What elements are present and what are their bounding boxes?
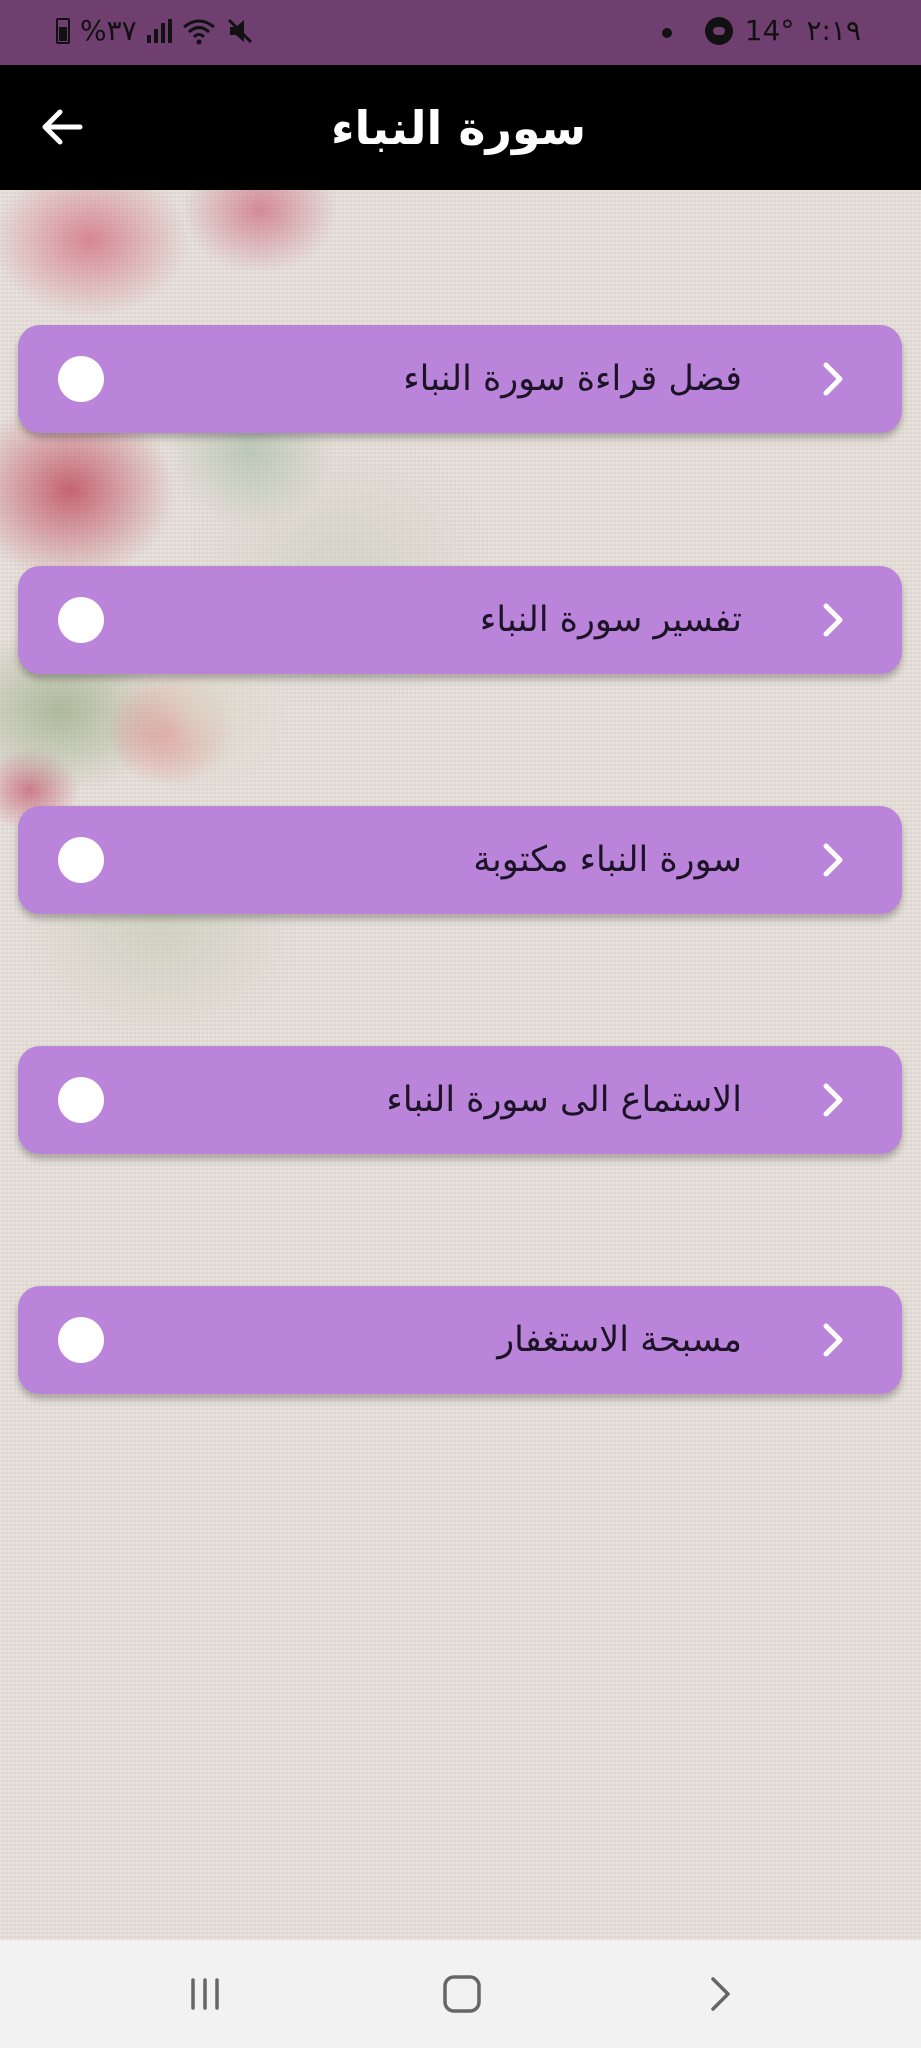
signal-icon (146, 18, 172, 43)
radio-indicator (58, 356, 104, 402)
nav-back-chevron-icon (711, 1977, 730, 2011)
menu-item[interactable]: تفسير سورة النباء (18, 566, 902, 674)
page-title: سورة النباء (330, 100, 587, 155)
battery-percent: %٣٧ (80, 14, 137, 47)
chevron-right-icon (823, 1323, 843, 1357)
notification-dot-icon (662, 28, 672, 38)
recents-icon (191, 1978, 219, 2010)
radio-indicator (58, 837, 104, 883)
menu-item-label: فضل قراءة سورة النباء (403, 359, 742, 399)
menu-item-label: مسبحة الاستغفار (497, 1320, 742, 1360)
content-area: فضل قراءة سورة النباء تفسير سورة النباء … (0, 190, 921, 1940)
app-bar: سورة النباء (0, 65, 921, 190)
menu-item[interactable]: فضل قراءة سورة النباء (18, 325, 902, 433)
system-nav-bar (0, 1940, 921, 2048)
battery-icon (56, 17, 70, 44)
menu-item[interactable]: مسبحة الاستغفار (18, 1286, 902, 1394)
status-bar: %٣٧ 14° ٢:١٩ (0, 0, 921, 65)
clock: ٢:١٩ (806, 14, 861, 47)
weather-icon (704, 16, 733, 45)
recents-button[interactable] (175, 1964, 235, 2024)
temperature: 14° (744, 14, 795, 47)
radio-indicator (58, 597, 104, 643)
home-icon (443, 1975, 481, 2013)
chevron-right-icon (823, 603, 843, 637)
status-left: %٣٧ (56, 14, 254, 47)
menu-item-label: تفسير سورة النباء (479, 600, 742, 640)
menu-item[interactable]: الاستماع الى سورة النباء (18, 1046, 902, 1154)
home-button[interactable] (432, 1964, 492, 2024)
menu-item[interactable]: سورة النباء مكتوبة (18, 806, 902, 914)
radio-indicator (58, 1317, 104, 1363)
wifi-icon (182, 19, 215, 44)
mute-icon (227, 18, 252, 43)
chevron-right-icon (823, 1083, 843, 1117)
menu-item-label: سورة النباء مكتوبة (473, 840, 742, 880)
radio-indicator (58, 1077, 104, 1123)
menu-item-label: الاستماع الى سورة النباء (386, 1080, 742, 1120)
screen: %٣٧ 14° ٢:١٩ سورة النباء فضل قراءة سورة … (0, 0, 921, 2048)
status-right: 14° ٢:١٩ (704, 14, 861, 47)
nav-back-button[interactable] (690, 1964, 750, 2024)
chevron-right-icon (823, 362, 843, 396)
chevron-right-icon (823, 843, 843, 877)
